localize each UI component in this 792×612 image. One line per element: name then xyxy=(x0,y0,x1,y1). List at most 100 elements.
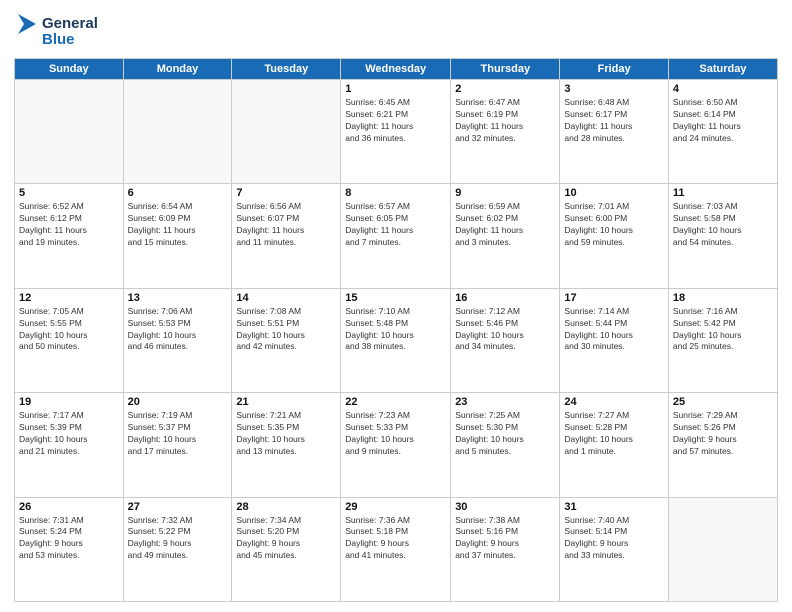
day-number: 15 xyxy=(345,292,446,304)
weekday-header-row: SundayMondayTuesdayWednesdayThursdayFrid… xyxy=(15,59,778,80)
day-number: 20 xyxy=(128,396,228,408)
day-cell: 17 Sunrise: 7:14 AM Sunset: 5:44 PM Dayli… xyxy=(560,288,668,392)
day-number: 5 xyxy=(19,187,119,199)
day-cell: 23 Sunrise: 7:25 AM Sunset: 5:30 PM Dayli… xyxy=(451,393,560,497)
week-row-5: 26 Sunrise: 7:31 AM Sunset: 5:24 PM Dayli… xyxy=(15,497,778,601)
day-number: 18 xyxy=(673,292,773,304)
day-cell: 21 Sunrise: 7:21 AM Sunset: 5:35 PM Dayli… xyxy=(232,393,341,497)
day-info: Sunrise: 7:08 AM Sunset: 5:51 PM Dayligh… xyxy=(236,306,336,354)
day-number: 16 xyxy=(455,292,555,304)
day-info: Sunrise: 7:40 AM Sunset: 5:14 PM Dayligh… xyxy=(564,515,663,563)
day-number: 30 xyxy=(455,501,555,513)
day-cell: 24Sunrise: 7:27 AM Sunset: 5:28 PM Dayli… xyxy=(560,393,668,497)
day-info: Sunrise: 7:05 AM Sunset: 5:55 PM Dayligh… xyxy=(19,306,119,354)
logo-svg: GeneralBlue xyxy=(14,10,104,52)
day-number: 17 xyxy=(564,292,663,304)
day-cell: 10 Sunrise: 7:01 AM Sunset: 6:00 PM Dayli… xyxy=(560,184,668,288)
day-info: Sunrise: 6:59 AM Sunset: 6:02 PM Dayligh… xyxy=(455,201,555,249)
day-number: 23 xyxy=(455,396,555,408)
day-number: 12 xyxy=(19,292,119,304)
day-cell: 6Sunrise: 6:54 AM Sunset: 6:09 PM Daylig… xyxy=(123,184,232,288)
day-info: Sunrise: 7:06 AM Sunset: 5:53 PM Dayligh… xyxy=(128,306,228,354)
weekday-header-saturday: Saturday xyxy=(668,59,777,80)
week-row-4: 19 Sunrise: 7:17 AM Sunset: 5:39 PM Dayli… xyxy=(15,393,778,497)
day-cell xyxy=(668,497,777,601)
day-cell: 3 Sunrise: 6:48 AM Sunset: 6:17 PM Daylig… xyxy=(560,80,668,184)
weekday-header-sunday: Sunday xyxy=(15,59,124,80)
day-cell xyxy=(123,80,232,184)
weekday-header-thursday: Thursday xyxy=(451,59,560,80)
day-number: 27 xyxy=(128,501,228,513)
day-info: Sunrise: 6:48 AM Sunset: 6:17 PM Dayligh… xyxy=(564,97,663,145)
header: GeneralBlue xyxy=(14,10,778,52)
calendar-table: SundayMondayTuesdayWednesdayThursdayFrid… xyxy=(14,58,778,602)
day-number: 11 xyxy=(673,187,773,199)
day-cell: 15 Sunrise: 7:10 AM Sunset: 5:48 PM Dayli… xyxy=(341,288,451,392)
day-number: 31 xyxy=(564,501,663,513)
day-info: Sunrise: 7:01 AM Sunset: 6:00 PM Dayligh… xyxy=(564,201,663,249)
day-info: Sunrise: 6:45 AM Sunset: 6:21 PM Dayligh… xyxy=(345,97,446,145)
day-cell: 13 Sunrise: 7:06 AM Sunset: 5:53 PM Dayli… xyxy=(123,288,232,392)
day-number: 7 xyxy=(236,187,336,199)
day-number: 29 xyxy=(345,501,446,513)
day-info: Sunrise: 7:27 AM Sunset: 5:28 PM Dayligh… xyxy=(564,410,663,458)
day-info: Sunrise: 7:21 AM Sunset: 5:35 PM Dayligh… xyxy=(236,410,336,458)
day-cell: 1Sunrise: 6:45 AM Sunset: 6:21 PM Daylig… xyxy=(341,80,451,184)
day-number: 22 xyxy=(345,396,446,408)
day-info: Sunrise: 7:03 AM Sunset: 5:58 PM Dayligh… xyxy=(673,201,773,249)
day-number: 9 xyxy=(455,187,555,199)
day-cell: 29 Sunrise: 7:36 AM Sunset: 5:18 PM Dayli… xyxy=(341,497,451,601)
day-number: 25 xyxy=(673,396,773,408)
day-number: 19 xyxy=(19,396,119,408)
day-cell: 30 Sunrise: 7:38 AM Sunset: 5:16 PM Dayli… xyxy=(451,497,560,601)
logo-area: GeneralBlue xyxy=(14,10,104,52)
day-cell: 12 Sunrise: 7:05 AM Sunset: 5:55 PM Dayli… xyxy=(15,288,124,392)
day-info: Sunrise: 6:54 AM Sunset: 6:09 PM Dayligh… xyxy=(128,201,228,249)
day-cell: 7 Sunrise: 6:56 AM Sunset: 6:07 PM Daylig… xyxy=(232,184,341,288)
day-info: Sunrise: 7:36 AM Sunset: 5:18 PM Dayligh… xyxy=(345,515,446,563)
weekday-header-wednesday: Wednesday xyxy=(341,59,451,80)
week-row-3: 12 Sunrise: 7:05 AM Sunset: 5:55 PM Dayli… xyxy=(15,288,778,392)
week-row-2: 5 Sunrise: 6:52 AM Sunset: 6:12 PM Daylig… xyxy=(15,184,778,288)
day-info: Sunrise: 7:10 AM Sunset: 5:48 PM Dayligh… xyxy=(345,306,446,354)
day-cell: 27Sunrise: 7:32 AM Sunset: 5:22 PM Dayli… xyxy=(123,497,232,601)
weekday-header-monday: Monday xyxy=(123,59,232,80)
day-number: 10 xyxy=(564,187,663,199)
day-cell: 25Sunrise: 7:29 AM Sunset: 5:26 PM Dayli… xyxy=(668,393,777,497)
day-cell: 2Sunrise: 6:47 AM Sunset: 6:19 PM Daylig… xyxy=(451,80,560,184)
day-cell xyxy=(15,80,124,184)
day-info: Sunrise: 7:12 AM Sunset: 5:46 PM Dayligh… xyxy=(455,306,555,354)
day-info: Sunrise: 7:14 AM Sunset: 5:44 PM Dayligh… xyxy=(564,306,663,354)
day-cell: 8 Sunrise: 6:57 AM Sunset: 6:05 PM Daylig… xyxy=(341,184,451,288)
day-cell: 18 Sunrise: 7:16 AM Sunset: 5:42 PM Dayli… xyxy=(668,288,777,392)
day-info: Sunrise: 6:50 AM Sunset: 6:14 PM Dayligh… xyxy=(673,97,773,145)
day-number: 13 xyxy=(128,292,228,304)
day-cell: 9 Sunrise: 6:59 AM Sunset: 6:02 PM Daylig… xyxy=(451,184,560,288)
day-info: Sunrise: 6:52 AM Sunset: 6:12 PM Dayligh… xyxy=(19,201,119,249)
day-number: 8 xyxy=(345,187,446,199)
day-info: Sunrise: 7:23 AM Sunset: 5:33 PM Dayligh… xyxy=(345,410,446,458)
day-cell: 26 Sunrise: 7:31 AM Sunset: 5:24 PM Dayli… xyxy=(15,497,124,601)
day-info: Sunrise: 7:25 AM Sunset: 5:30 PM Dayligh… xyxy=(455,410,555,458)
weekday-header-tuesday: Tuesday xyxy=(232,59,341,80)
day-number: 21 xyxy=(236,396,336,408)
day-info: Sunrise: 6:47 AM Sunset: 6:19 PM Dayligh… xyxy=(455,97,555,145)
day-info: Sunrise: 7:16 AM Sunset: 5:42 PM Dayligh… xyxy=(673,306,773,354)
day-cell: 19 Sunrise: 7:17 AM Sunset: 5:39 PM Dayli… xyxy=(15,393,124,497)
day-number: 3 xyxy=(564,83,663,95)
day-cell: 14 Sunrise: 7:08 AM Sunset: 5:51 PM Dayli… xyxy=(232,288,341,392)
day-cell: 11 Sunrise: 7:03 AM Sunset: 5:58 PM Dayli… xyxy=(668,184,777,288)
day-info: Sunrise: 6:56 AM Sunset: 6:07 PM Dayligh… xyxy=(236,201,336,249)
day-info: Sunrise: 7:34 AM Sunset: 5:20 PM Dayligh… xyxy=(236,515,336,563)
day-info: Sunrise: 6:57 AM Sunset: 6:05 PM Dayligh… xyxy=(345,201,446,249)
week-row-1: 1Sunrise: 6:45 AM Sunset: 6:21 PM Daylig… xyxy=(15,80,778,184)
day-number: 14 xyxy=(236,292,336,304)
day-info: Sunrise: 7:17 AM Sunset: 5:39 PM Dayligh… xyxy=(19,410,119,458)
day-number: 26 xyxy=(19,501,119,513)
day-cell: 16 Sunrise: 7:12 AM Sunset: 5:46 PM Dayli… xyxy=(451,288,560,392)
day-cell: 22 Sunrise: 7:23 AM Sunset: 5:33 PM Dayli… xyxy=(341,393,451,497)
day-info: Sunrise: 7:31 AM Sunset: 5:24 PM Dayligh… xyxy=(19,515,119,563)
day-cell: 20Sunrise: 7:19 AM Sunset: 5:37 PM Dayli… xyxy=(123,393,232,497)
day-info: Sunrise: 7:38 AM Sunset: 5:16 PM Dayligh… xyxy=(455,515,555,563)
day-number: 4 xyxy=(673,83,773,95)
